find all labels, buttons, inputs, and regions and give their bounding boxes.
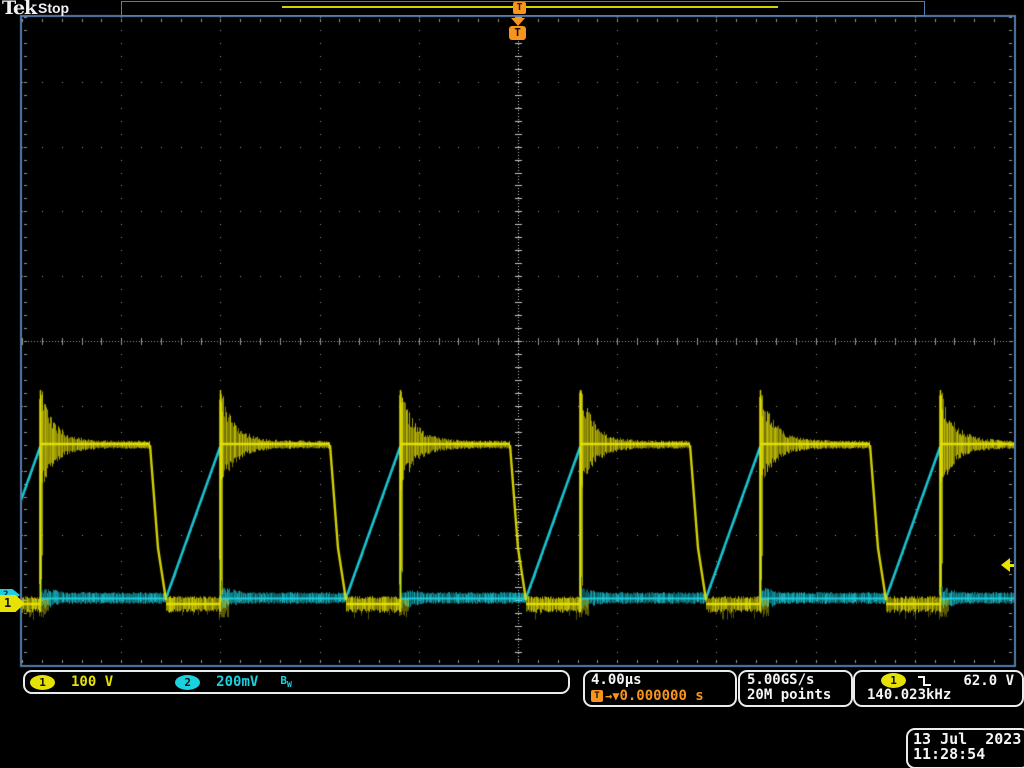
date-readout: 13 Jul 2023 xyxy=(913,731,1024,746)
trigger-position-arrow-icon xyxy=(511,18,525,26)
record-view-bar: T xyxy=(121,1,925,16)
channel-readout-box: 1 100 V 2 200mV BW xyxy=(23,670,570,694)
trigger-level-arrow-icon xyxy=(1001,558,1014,572)
falling-slope-icon xyxy=(916,674,934,688)
tek-logo: Tek xyxy=(2,0,36,19)
time-readout: 11:28:54 xyxy=(913,746,1024,761)
ch2-scale-readout: 200mV xyxy=(216,674,258,690)
trigger-position-flag-icon: T xyxy=(509,26,526,40)
graticule-and-waveforms xyxy=(0,0,1024,768)
oscilloscope-screen: Tek Stop T T 2 1 1 100 V 2 200mV BW 4.00… xyxy=(0,0,1024,768)
trigger-source-badge: 1 xyxy=(881,673,906,688)
trigger-flag-mini-icon: T xyxy=(591,690,603,702)
record-trigger-flag-icon: T xyxy=(513,2,526,14)
trigger-level-readout: 62.0 V xyxy=(963,673,1014,689)
ch1-badge: 1 xyxy=(30,675,55,690)
trigger-frequency-readout: 140.023kHz xyxy=(855,688,1022,703)
acquisition-readout-box: 5.00GS/s 20M points xyxy=(738,670,853,707)
ch2-badge: 2 xyxy=(175,675,200,690)
timebase-readout: 4.00µs xyxy=(591,673,735,688)
horizontal-readout-box: 4.00µs T →▼ 0.000000 s xyxy=(583,670,737,707)
acquisition-state-label: Stop xyxy=(38,0,69,16)
sample-rate-readout: 5.00GS/s xyxy=(747,673,851,688)
trigger-readout-box: 1 62.0 V 140.023kHz xyxy=(853,670,1024,707)
trigger-position-readout: T →▼ 0.000000 s xyxy=(591,688,735,703)
trigger-position-value: 0.000000 s xyxy=(619,688,703,704)
trigger-arrows-icon: →▼ xyxy=(605,689,619,703)
record-window-indicator xyxy=(282,6,778,8)
bandwidth-limit-icon: BW xyxy=(280,674,291,689)
ch1-scale-readout: 100 V xyxy=(71,674,113,690)
datetime-box: 13 Jul 2023 11:28:54 xyxy=(906,728,1024,768)
record-length-readout: 20M points xyxy=(747,688,851,703)
trigger-level-tail xyxy=(1009,564,1014,567)
